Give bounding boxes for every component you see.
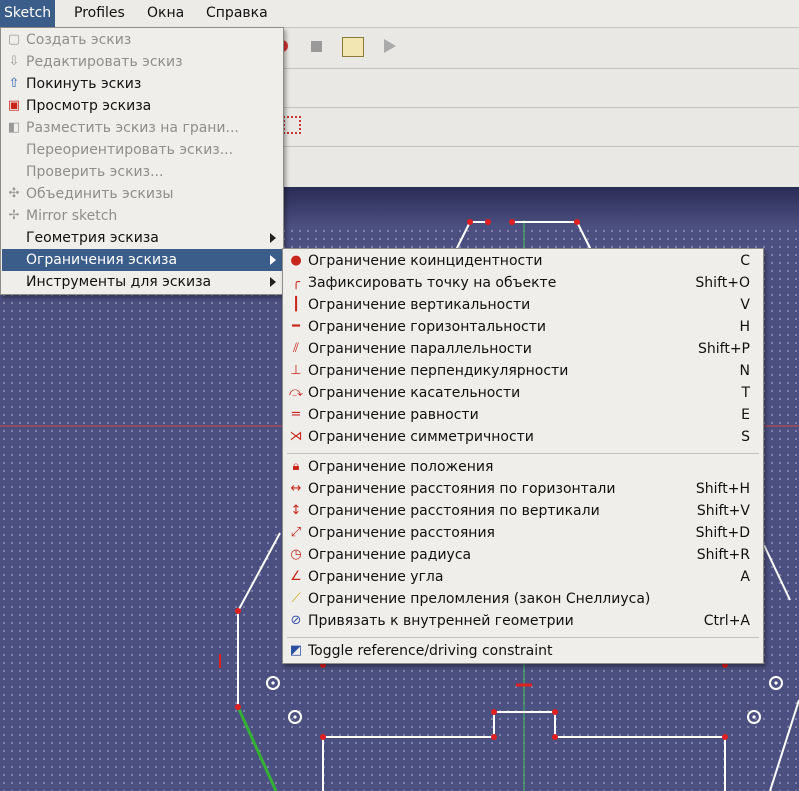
perpendicular-icon: ⊥ (290, 363, 302, 378)
menu-item-tangent[interactable]: ⤼ Ограничение касательности T (284, 382, 762, 404)
menu-item-mirror-sketch[interactable]: ✢ Mirror sketch (2, 205, 282, 227)
internal-alignment-icon: ⊘ (290, 613, 302, 628)
view-sketch-icon: ▣ (7, 98, 21, 113)
menu-item-leave-sketch[interactable]: ⇧ Покинуть эскиз (2, 73, 282, 95)
parallel-icon: ⫽ (293, 341, 299, 356)
coincident-icon: ● (290, 253, 302, 268)
horizontal-icon: ━ (292, 319, 300, 334)
menu-item-point-on-object[interactable]: ╭ Зафиксировать точку на объекте Shift+O (284, 272, 762, 294)
menu-item-vertical-distance[interactable]: ↕ Ограничение расстояния по вертикали Sh… (284, 500, 762, 522)
construction-line (236, 706, 278, 791)
submenu-arrow-icon (270, 277, 276, 287)
equal-icon: = (290, 407, 302, 422)
menu-item-coincident[interactable]: ● Ограничение коинцидентности C (284, 250, 762, 272)
menu-item-distance[interactable]: ⤢ Ограничение расстояния Shift+D (284, 522, 762, 544)
submenu-arrow-icon (270, 255, 276, 265)
new-sketch-icon: ▢ (7, 32, 21, 47)
menu-item-radius[interactable]: ◷ Ограничение радиуса Shift+R (284, 544, 762, 566)
menu-item-perpendicular[interactable]: ⊥ Ограничение перпендикулярности N (284, 360, 762, 382)
menu-item-reorient-sketch[interactable]: Переориентировать эскиз... (2, 139, 282, 161)
menu-separator (287, 453, 759, 454)
menu-item-view-sketch[interactable]: ▣ Просмотр эскиза (2, 95, 282, 117)
edit-sketch-icon: ⇩ (8, 54, 20, 69)
menu-item-equal[interactable]: = Ограничение равности E (284, 404, 762, 426)
sketch-line (763, 544, 791, 601)
constraints-submenu: ● Ограничение коинцидентности C ╭ Зафикс… (282, 248, 764, 664)
sketch-line (769, 699, 799, 791)
snell-law-icon: ⟋ (291, 591, 301, 606)
menu-item-sketch-tools[interactable]: Инструменты для эскиза (2, 271, 282, 293)
menu-item-validate-sketch[interactable]: Проверить эскиз... (2, 161, 282, 183)
menu-item-horizontal[interactable]: ━ Ограничение горизонтальности H (284, 316, 762, 338)
sketch-line (237, 532, 281, 612)
map-sketch-icon: ◧ (7, 120, 21, 135)
menu-item-create-sketch[interactable]: ▢ Создать эскиз (2, 29, 282, 51)
menu-item-angle[interactable]: ∠ Ограничение угла A (284, 566, 762, 588)
menu-item-internal-alignment[interactable]: ⊘ Привязать к внутренней геометрии Ctrl+… (284, 610, 762, 632)
angle-icon: ∠ (290, 569, 302, 584)
sketch-menu: ▢ Создать эскиз ⇩ Редактировать эскиз ⇧ … (0, 27, 284, 295)
mirror-sketch-icon: ✢ (8, 208, 20, 223)
horizontal-distance-icon: ↔ (290, 481, 302, 496)
menu-item-sketch-geometry[interactable]: Геометрия эскиза (2, 227, 282, 249)
menu-item-merge-sketches[interactable]: ✣ Объединить эскизы (2, 183, 282, 205)
menu-separator (287, 637, 759, 638)
menu-item-parallel[interactable]: ⫽ Ограничение параллельности Shift+P (284, 338, 762, 360)
menu-item-sketch-constraints[interactable]: Ограничения эскиза (2, 249, 282, 271)
menu-item-vertical[interactable]: ┃ Ограничение вертикальности V (284, 294, 762, 316)
menu-item-edit-sketch[interactable]: ⇩ Редактировать эскиз (2, 51, 282, 73)
radius-icon: ◷ (290, 547, 302, 562)
submenu-arrow-icon (270, 233, 276, 243)
menu-item-horizontal-distance[interactable]: ↔ Ограничение расстояния по горизонтали … (284, 478, 762, 500)
lock-icon: 🔒︎ (292, 459, 300, 474)
point-on-object-icon: ╭ (292, 275, 300, 290)
symmetric-icon: ⋊ (289, 429, 303, 444)
menu-item-snell-law[interactable]: ⟋ Ограничение преломления (закон Снеллиу… (284, 588, 762, 610)
toggle-driving-icon: ◩ (289, 643, 303, 658)
merge-sketches-icon: ✣ (8, 186, 20, 201)
menu-item-symmetric[interactable]: ⋊ Ограничение симметричности S (284, 426, 762, 448)
vertical-distance-icon: ↕ (290, 503, 302, 518)
menu-item-lock[interactable]: 🔒︎ Ограничение положения (284, 456, 762, 478)
distance-icon: ⤢ (290, 525, 302, 540)
menu-item-map-sketch[interactable]: ◧ Разместить эскиз на грани... (2, 117, 282, 139)
tangent-icon: ⤼ (289, 385, 303, 400)
vertical-icon: ┃ (292, 297, 300, 312)
menu-item-toggle-driving[interactable]: ◩ Toggle reference/driving constraint (284, 640, 762, 662)
leave-sketch-icon: ⇧ (8, 76, 20, 91)
